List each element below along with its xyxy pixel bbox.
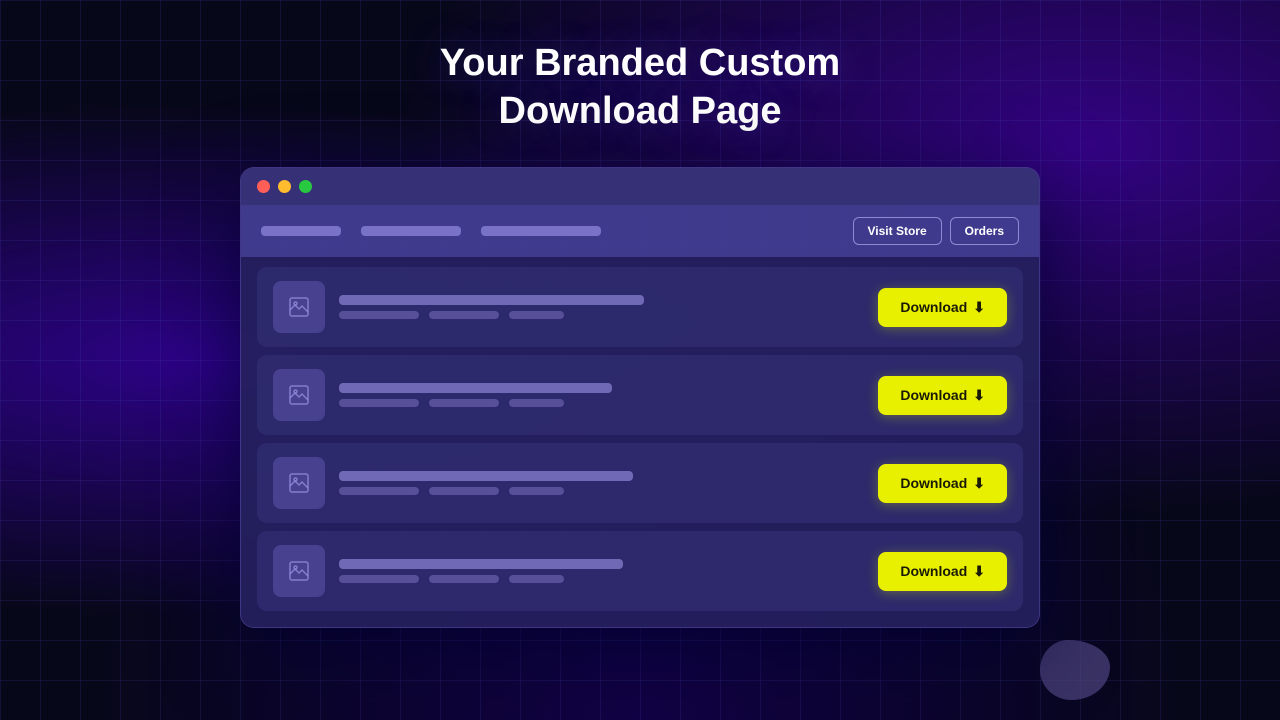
file-item-2: Download ⬇	[257, 355, 1023, 435]
download-icon-4: ⬇	[973, 563, 985, 580]
file-meta-4b	[429, 575, 499, 583]
download-label-3: Download	[900, 475, 967, 491]
file-meta-row-1	[339, 311, 864, 319]
file-meta-4a	[339, 575, 419, 583]
image-icon-2	[287, 383, 311, 407]
download-button-1[interactable]: Download ⬇	[878, 288, 1007, 327]
download-icon-2: ⬇	[973, 387, 985, 404]
file-thumb-4	[273, 545, 325, 597]
file-name-bar-2	[339, 383, 612, 393]
file-info-3	[339, 471, 864, 495]
browser-content: Visit Store Orders	[241, 205, 1039, 627]
download-label-2: Download	[900, 387, 967, 403]
file-item-1: Download ⬇	[257, 267, 1023, 347]
file-meta-3c	[509, 487, 564, 495]
file-meta-1c	[509, 311, 564, 319]
file-list: Download ⬇	[241, 257, 1039, 627]
file-name-bar-1	[339, 295, 644, 305]
page-title: Your Branded Custom Download Page	[440, 40, 840, 135]
download-button-2[interactable]: Download ⬇	[878, 376, 1007, 415]
nav-actions: Visit Store Orders	[853, 217, 1020, 245]
file-info-1	[339, 295, 864, 319]
file-item-4: Download ⬇	[257, 531, 1023, 611]
file-item-3: Download ⬇	[257, 443, 1023, 523]
image-icon-3	[287, 471, 311, 495]
page-content: Your Branded Custom Download Page Visit …	[0, 0, 1280, 720]
file-meta-3a	[339, 487, 419, 495]
nav-link-2	[361, 226, 461, 236]
file-thumb-3	[273, 457, 325, 509]
nav-link-1	[261, 226, 341, 236]
file-thumb-2	[273, 369, 325, 421]
file-meta-4c	[509, 575, 564, 583]
browser-title-bar	[241, 168, 1039, 205]
file-info-4	[339, 559, 864, 583]
file-info-2	[339, 383, 864, 407]
browser-window: Visit Store Orders	[240, 167, 1040, 628]
file-name-bar-3	[339, 471, 633, 481]
image-icon-4	[287, 559, 311, 583]
image-icon-1	[287, 295, 311, 319]
file-meta-2c	[509, 399, 564, 407]
file-name-bar-4	[339, 559, 623, 569]
file-meta-3b	[429, 487, 499, 495]
download-button-4[interactable]: Download ⬇	[878, 552, 1007, 591]
file-meta-row-2	[339, 399, 864, 407]
traffic-light-red	[257, 180, 270, 193]
file-meta-row-3	[339, 487, 864, 495]
download-label-1: Download	[900, 299, 967, 315]
download-button-3[interactable]: Download ⬇	[878, 464, 1007, 503]
file-meta-2a	[339, 399, 419, 407]
download-label-4: Download	[900, 563, 967, 579]
file-meta-2b	[429, 399, 499, 407]
nav-links	[261, 226, 601, 236]
nav-bar: Visit Store Orders	[241, 205, 1039, 257]
file-thumb-1	[273, 281, 325, 333]
visit-store-button[interactable]: Visit Store	[853, 217, 942, 245]
traffic-light-yellow	[278, 180, 291, 193]
nav-link-3	[481, 226, 601, 236]
download-icon-3: ⬇	[973, 475, 985, 492]
file-meta-row-4	[339, 575, 864, 583]
file-meta-1a	[339, 311, 419, 319]
traffic-light-green	[299, 180, 312, 193]
file-meta-1b	[429, 311, 499, 319]
orders-button[interactable]: Orders	[950, 217, 1019, 245]
download-icon-1: ⬇	[973, 299, 985, 316]
